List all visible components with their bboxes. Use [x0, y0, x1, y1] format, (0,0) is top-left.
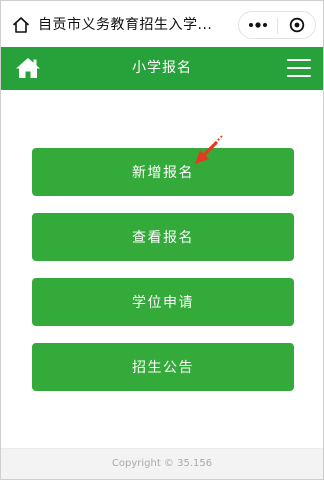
school-place-application-button[interactable]: 学位申请 [32, 278, 294, 326]
page-title: 小学报名 [132, 60, 192, 76]
three-dots-icon [249, 22, 267, 28]
menu-line [287, 75, 311, 77]
menu-line [287, 59, 311, 61]
mini-program-title: 自贡市义务教育招生入学... [38, 17, 213, 33]
app-header: 小学报名 [1, 47, 323, 90]
main-content: 新增报名 查看报名 学位申请 招生公告 [1, 90, 323, 448]
home-icon[interactable] [14, 56, 42, 80]
view-registration-button[interactable]: 查看报名 [32, 213, 294, 261]
target-circle-icon [289, 17, 304, 33]
enrollment-notice-button[interactable]: 招生公告 [32, 343, 294, 391]
wechat-title-bar: 自贡市义务教育招生入学... [1, 1, 323, 47]
red-arrow-icon [195, 135, 223, 164]
more-options-button[interactable] [239, 12, 277, 38]
new-registration-button[interactable]: 新增报名 [32, 148, 294, 196]
app-frame: 自贡市义务教育招生入学... 小学报名 新增报名 查看报名 学位申请 招生公告 … [0, 0, 324, 480]
house-outline-icon[interactable] [12, 16, 30, 34]
menu-line [287, 67, 311, 69]
close-mini-program-button[interactable] [278, 12, 315, 38]
footer-copyright: Copyright © 35.156 [1, 448, 323, 479]
capsule-menu [238, 11, 316, 39]
hamburger-menu-icon[interactable] [287, 57, 313, 79]
